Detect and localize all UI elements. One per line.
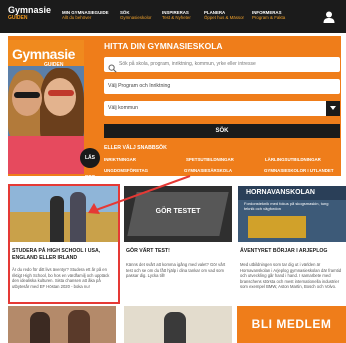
article-thumbnail-classroom[interactable] <box>124 306 232 343</box>
article-thumbnail-people[interactable] <box>8 306 116 343</box>
person-figure <box>164 312 186 343</box>
person-figure <box>68 310 90 343</box>
person-figure <box>30 312 50 343</box>
annotation-arrow <box>88 175 191 214</box>
become-member-banner[interactable]: BLI MEDLEM <box>237 306 346 343</box>
